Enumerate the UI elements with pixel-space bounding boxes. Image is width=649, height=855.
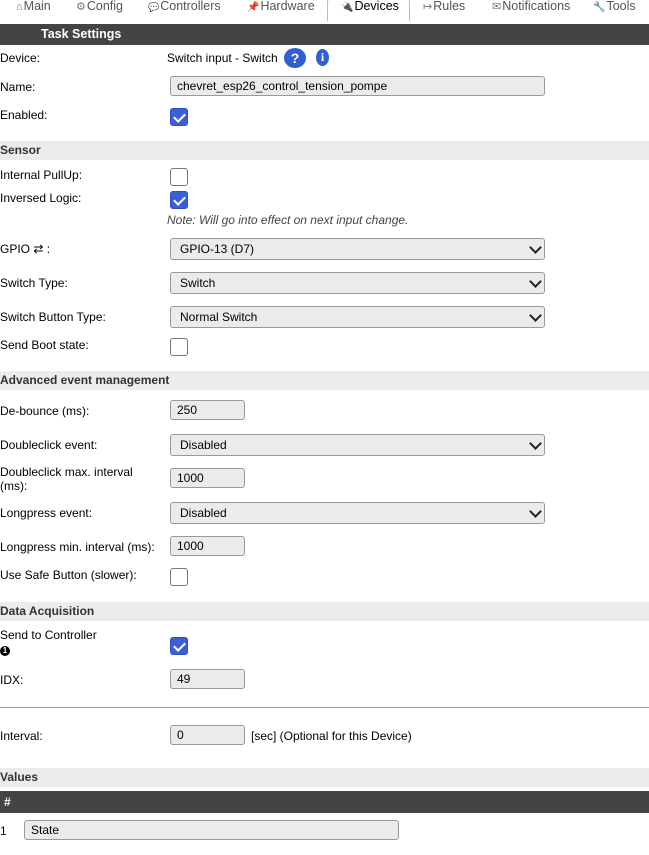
section-sensor: Sensor bbox=[0, 141, 649, 160]
plug-icon: 🔌 bbox=[341, 2, 354, 13]
tab-main[interactable]: ⌂Main bbox=[16, 0, 51, 20]
tab-hardware-label: Hardware bbox=[260, 0, 315, 13]
chevron-down-icon bbox=[529, 275, 542, 288]
doubleclick-interval-label: Doubleclick max. interval (ms): bbox=[0, 465, 133, 493]
info-icon[interactable]: i bbox=[316, 49, 329, 66]
pullup-label: Internal PullUp: bbox=[0, 168, 83, 182]
values-col-hash: # bbox=[4, 795, 11, 809]
boot-state-checkbox[interactable] bbox=[170, 338, 188, 356]
chevron-down-icon bbox=[529, 505, 542, 518]
section-data-acquisition: Data Acquisition bbox=[0, 602, 649, 621]
pushpin-icon: 📌 bbox=[247, 2, 260, 13]
boot-state-label: Send Boot state: bbox=[0, 338, 89, 352]
name-input[interactable] bbox=[170, 76, 545, 96]
send-to-controller-text: Send to Controller bbox=[0, 628, 97, 642]
tab-notifications-label: Notifications bbox=[502, 0, 571, 13]
debounce-input[interactable] bbox=[170, 400, 245, 420]
divider bbox=[0, 707, 649, 708]
chat-bubble-icon: 💬 bbox=[148, 2, 160, 12]
doubleclick-label: Doubleclick event: bbox=[0, 438, 98, 452]
inversed-logic-note: Note: Will go into effect on next input … bbox=[167, 213, 409, 227]
values-table-header: # bbox=[0, 791, 649, 813]
switch-button-type-select[interactable]: Normal Switch bbox=[170, 306, 545, 328]
controller-number-badge: 1 bbox=[0, 646, 10, 656]
inversed-logic-checkbox[interactable] bbox=[170, 191, 188, 209]
enabled-checkbox[interactable] bbox=[170, 108, 188, 126]
interval-label: Interval: bbox=[0, 729, 43, 743]
idx-input[interactable] bbox=[170, 669, 245, 689]
home-icon: ⌂ bbox=[16, 1, 23, 13]
debounce-label: De-bounce (ms): bbox=[0, 404, 90, 418]
doubleclick-select[interactable]: Disabled bbox=[170, 434, 545, 456]
switch-button-type-select-value: Normal Switch bbox=[180, 310, 258, 324]
value-name-input[interactable] bbox=[24, 820, 399, 840]
wrench-icon: 🔧 bbox=[593, 2, 606, 13]
interval-input[interactable] bbox=[170, 725, 245, 745]
tab-rules[interactable]: ↦Rules bbox=[423, 0, 465, 20]
tab-devices[interactable]: 🔌Devices bbox=[327, 0, 410, 21]
enabled-label: Enabled: bbox=[0, 108, 48, 122]
chevron-down-icon bbox=[529, 241, 542, 254]
pullup-checkbox[interactable] bbox=[170, 168, 188, 186]
tab-config[interactable]: ⚙Config bbox=[76, 0, 123, 20]
gpio-select-value: GPIO-13 (D7) bbox=[180, 242, 255, 256]
tab-controllers-label: Controllers bbox=[160, 0, 221, 13]
tab-controllers[interactable]: 💬Controllers bbox=[148, 0, 221, 20]
gpio-select[interactable]: GPIO-13 (D7) bbox=[170, 238, 545, 260]
tab-main-label: Main bbox=[23, 0, 51, 13]
longpress-interval-input[interactable] bbox=[170, 536, 245, 556]
longpress-select-value: Disabled bbox=[180, 506, 227, 520]
idx-label: IDX: bbox=[0, 673, 24, 687]
send-to-controller-checkbox[interactable] bbox=[170, 637, 188, 655]
task-settings-title: Task Settings bbox=[41, 27, 122, 41]
help-glyph: ? bbox=[290, 50, 300, 66]
inversed-logic-label: Inversed Logic: bbox=[0, 191, 82, 205]
safe-button-checkbox[interactable] bbox=[170, 568, 188, 586]
device-value: Switch input - Switch bbox=[167, 51, 278, 65]
envelope-icon: ✉ bbox=[492, 1, 502, 13]
arrow-right-icon: ↦ bbox=[423, 1, 433, 13]
longpress-interval-label: Longpress min. interval (ms): bbox=[0, 540, 155, 554]
section-advanced-event: Advanced event management bbox=[0, 371, 649, 390]
tab-hardware[interactable]: 📌Hardware bbox=[247, 0, 315, 20]
device-label: Device: bbox=[0, 51, 41, 65]
value-row-index: 1 bbox=[0, 824, 7, 838]
tab-notifications[interactable]: ✉Notifications bbox=[492, 0, 570, 20]
section-values: Values bbox=[0, 768, 649, 787]
gpio-label: GPIO ⇄ : bbox=[0, 242, 51, 256]
doubleclick-interval-input[interactable] bbox=[170, 468, 245, 488]
help-icon[interactable]: ? bbox=[284, 48, 306, 68]
chevron-down-icon bbox=[529, 309, 542, 322]
safe-button-label: Use Safe Button (slower): bbox=[0, 568, 137, 582]
info-glyph: i bbox=[320, 50, 325, 64]
longpress-select[interactable]: Disabled bbox=[170, 502, 545, 524]
switch-type-select[interactable]: Switch bbox=[170, 272, 545, 294]
task-settings-header: Task Settings bbox=[0, 24, 649, 45]
switch-button-type-label: Switch Button Type: bbox=[0, 310, 106, 324]
tab-tools-label: Tools bbox=[606, 0, 636, 13]
tab-devices-label: Devices bbox=[354, 0, 399, 13]
chevron-down-icon bbox=[529, 437, 542, 450]
doubleclick-select-value: Disabled bbox=[180, 438, 227, 452]
switch-type-select-value: Switch bbox=[180, 276, 216, 290]
tab-rules-label: Rules bbox=[433, 0, 466, 13]
send-to-controller-label: Send to Controller 1 bbox=[0, 628, 97, 656]
tab-config-label: Config bbox=[86, 0, 124, 13]
name-label: Name: bbox=[0, 80, 36, 94]
switch-type-label: Switch Type: bbox=[0, 276, 68, 290]
longpress-label: Longpress event: bbox=[0, 506, 93, 520]
top-nav-tabs: ⌂Main ⚙Config 💬Controllers 📌Hardware 🔌De… bbox=[0, 0, 649, 22]
interval-suffix: [sec] (Optional for this Device) bbox=[251, 729, 412, 743]
tab-tools[interactable]: 🔧Tools bbox=[593, 0, 636, 20]
gear-icon: ⚙ bbox=[76, 1, 86, 13]
